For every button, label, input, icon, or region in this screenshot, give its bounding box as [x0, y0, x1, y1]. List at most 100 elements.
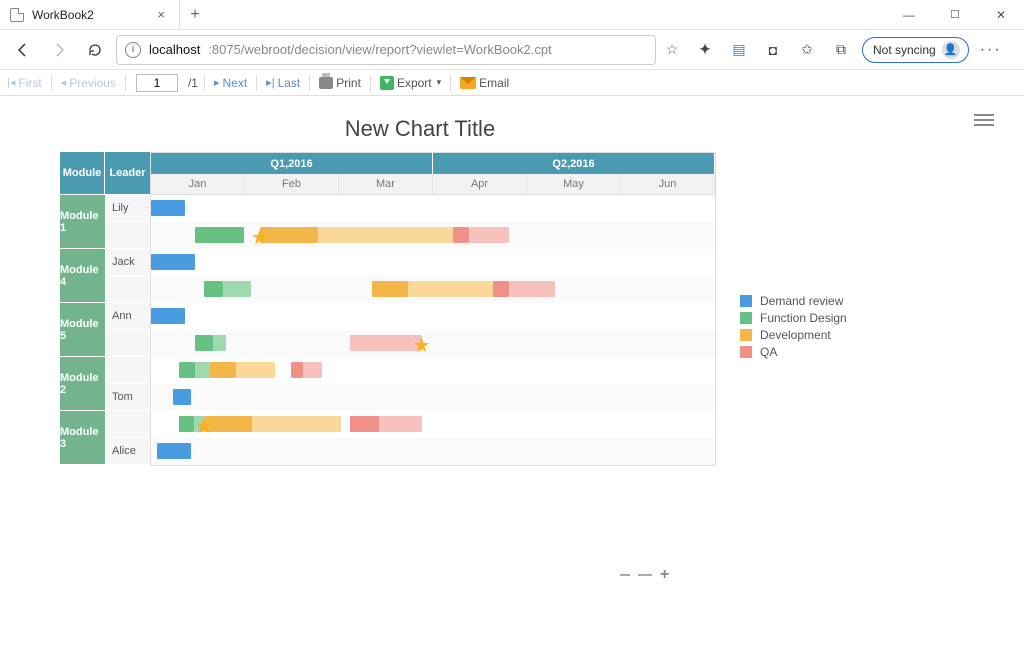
task-bar[interactable]: [366, 227, 453, 243]
gantt-body[interactable]: Q1,2016 Q2,2016 Jan Feb Mar Apr May Jun …: [150, 152, 716, 466]
window-minimize-button[interactable]: —: [886, 0, 932, 29]
more-menu-button[interactable]: ···: [977, 41, 1005, 59]
separator: [309, 75, 310, 91]
task-bar[interactable]: [151, 254, 195, 270]
reader-icon[interactable]: ▤: [726, 37, 752, 63]
task-bar[interactable]: [173, 389, 192, 405]
gantt-row: ★: [151, 411, 715, 438]
first-page-button[interactable]: |◂First: [4, 76, 45, 90]
chart-menu-button[interactable]: [974, 114, 994, 126]
header-module: Module: [60, 152, 105, 194]
task-bar[interactable]: [195, 227, 245, 243]
month-cell: Mar: [339, 174, 433, 194]
email-icon: [460, 77, 476, 89]
pocket-icon[interactable]: ◘: [760, 37, 786, 63]
task-bar[interactable]: [509, 281, 556, 297]
task-bar[interactable]: [151, 308, 185, 324]
last-page-button[interactable]: ▸|Last: [263, 76, 303, 90]
zoom-out-button[interactable]: [620, 574, 630, 576]
next-page-button[interactable]: ▸Next: [211, 76, 250, 90]
leader-cell: [105, 356, 150, 383]
task-bar[interactable]: [252, 416, 341, 432]
browser-toolbar: i localhost:8075/webroot/decision/view/r…: [0, 30, 1024, 70]
legend-item[interactable]: Demand review: [740, 294, 847, 308]
sync-button[interactable]: Not syncing 👤: [862, 37, 969, 63]
export-button[interactable]: Export▾: [377, 76, 444, 90]
task-bar[interactable]: [350, 416, 379, 432]
address-bar[interactable]: i localhost:8075/webroot/decision/view/r…: [116, 35, 656, 65]
window-maximize-button[interactable]: ☐: [932, 0, 978, 29]
task-bar[interactable]: [291, 362, 303, 378]
task-bar[interactable]: [195, 362, 211, 378]
leader-cell: [105, 410, 150, 437]
separator: [450, 75, 451, 91]
gantt-row: [151, 303, 715, 330]
quarter-cell: Q2,2016: [433, 153, 715, 174]
legend-swatch: [740, 346, 752, 358]
task-bar[interactable]: [408, 281, 493, 297]
gantt-row: ★: [151, 330, 715, 357]
task-bar[interactable]: [179, 416, 194, 432]
legend-item[interactable]: Function Design: [740, 311, 847, 325]
task-bar[interactable]: [179, 362, 195, 378]
url-host: localhost: [149, 42, 200, 57]
page-number-input[interactable]: [136, 74, 178, 92]
legend-item[interactable]: QA: [740, 345, 847, 359]
task-bar[interactable]: [372, 281, 408, 297]
previous-page-button[interactable]: ◂Previous: [58, 76, 119, 90]
task-bar[interactable]: [151, 200, 185, 216]
task-bar[interactable]: [469, 227, 508, 243]
month-cell: Jun: [621, 174, 715, 194]
refresh-button[interactable]: [80, 35, 110, 65]
tab-close-button[interactable]: ×: [153, 7, 169, 22]
leader-cell: Ann: [105, 302, 150, 329]
gantt-row: ★: [151, 222, 715, 249]
export-icon: [380, 76, 394, 90]
task-bar[interactable]: [379, 416, 422, 432]
task-bar[interactable]: [210, 362, 236, 378]
task-bar[interactable]: [204, 281, 223, 297]
sync-label: Not syncing: [873, 43, 936, 57]
favorites-star-icon[interactable]: ✩: [794, 37, 820, 63]
email-button[interactable]: Email: [457, 76, 512, 90]
leader-cell: Jack: [105, 248, 150, 275]
chart-canvas: New Chart Title Module Leader Module 1Li…: [0, 96, 1024, 466]
task-bar[interactable]: [350, 335, 422, 351]
separator: [51, 75, 52, 91]
site-info-icon[interactable]: i: [125, 42, 141, 58]
task-bar[interactable]: [236, 362, 275, 378]
page-icon: [10, 8, 24, 22]
task-bar[interactable]: [303, 362, 322, 378]
task-bar[interactable]: [195, 335, 214, 351]
gantt-row: [151, 438, 715, 465]
favorite-button[interactable]: ☆: [662, 41, 682, 58]
tab-title: WorkBook2: [32, 8, 94, 22]
task-bar[interactable]: [493, 281, 509, 297]
window-controls: — ☐ ✕: [886, 0, 1024, 29]
task-bar[interactable]: [157, 443, 191, 459]
month-cell: Apr: [433, 174, 527, 194]
evernote-icon[interactable]: ✦: [692, 37, 718, 63]
task-bar[interactable]: [453, 227, 470, 243]
task-bar[interactable]: [318, 227, 366, 243]
collections-icon[interactable]: ⧉: [828, 37, 854, 63]
milestone-icon: ★: [195, 414, 213, 439]
leader-cell: Alice: [105, 437, 150, 464]
page-total: /1: [188, 76, 198, 90]
task-bar[interactable]: [223, 281, 251, 297]
month-cell: Feb: [245, 174, 339, 194]
module-cell: Module 1: [60, 194, 105, 248]
zoom-in-button[interactable]: +: [660, 566, 669, 584]
gantt-row: [151, 276, 715, 303]
window-close-button[interactable]: ✕: [978, 0, 1024, 29]
gantt-row: [151, 249, 715, 276]
back-button[interactable]: [8, 35, 38, 65]
task-bar[interactable]: [213, 335, 225, 351]
zoom-range-button[interactable]: [638, 574, 652, 576]
print-button[interactable]: Print: [316, 76, 364, 90]
printer-icon: [319, 77, 333, 89]
browser-tab[interactable]: WorkBook2 ×: [0, 0, 180, 29]
forward-button[interactable]: [44, 35, 74, 65]
legend-item[interactable]: Development: [740, 328, 847, 342]
new-tab-button[interactable]: +: [180, 0, 210, 29]
